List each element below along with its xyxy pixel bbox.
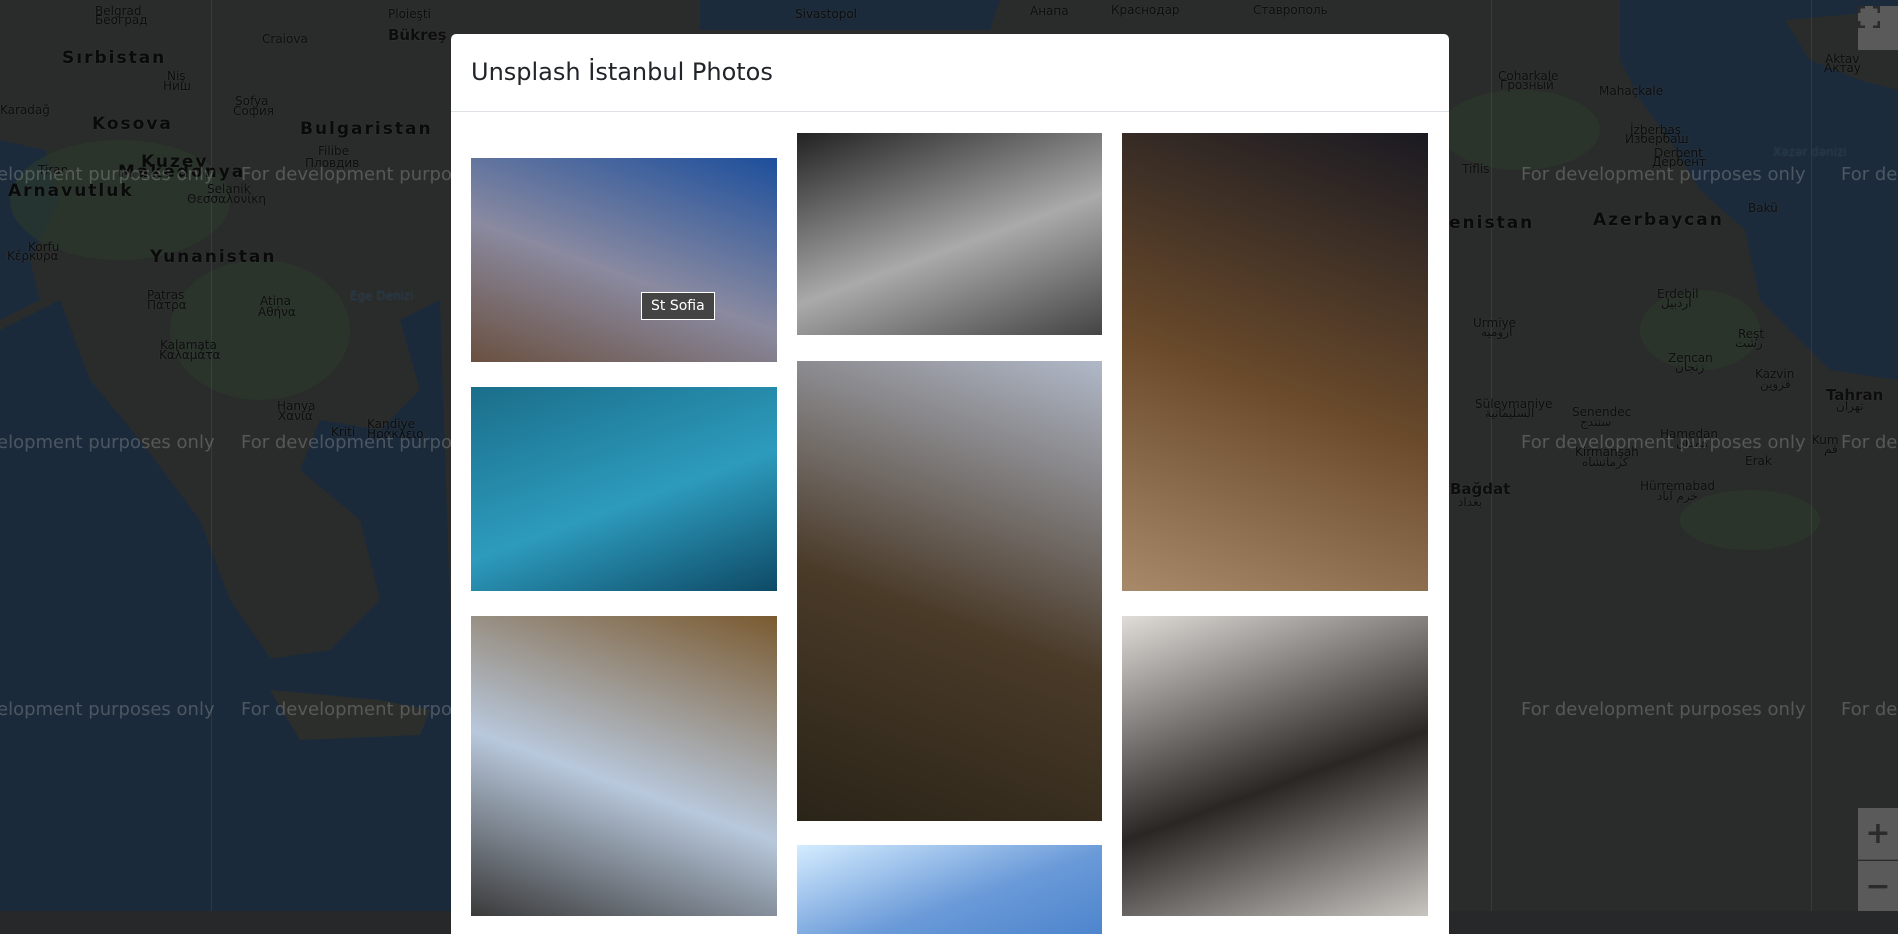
- map-label: ارومیه: [1481, 325, 1513, 339]
- map-label: کرمانشاه: [1582, 455, 1629, 469]
- map-label: Χανιά: [278, 409, 313, 423]
- map-label: سنندج: [1580, 415, 1612, 429]
- map-label: Ege Denizi: [350, 289, 414, 303]
- photo-narrow-street-buildings[interactable]: [471, 616, 777, 916]
- photos-modal: Unsplash İstanbul Photos St Sofia: [451, 34, 1449, 934]
- watermark: For development purposes only: [1521, 699, 1806, 720]
- map-label: Краснодар: [1111, 3, 1180, 17]
- map-label: Tiflis: [1462, 162, 1490, 176]
- map-label: Mahaçkale: [1599, 84, 1664, 98]
- modal-title: Unsplash İstanbul Photos: [471, 57, 773, 86]
- map-label: Erak: [1745, 454, 1772, 468]
- map-label: Yunanistan: [150, 247, 277, 267]
- photo-sky-checkered-flag[interactable]: [797, 845, 1102, 934]
- photo-market-street[interactable]: [797, 361, 1102, 821]
- map-label: Актау: [1824, 61, 1861, 75]
- map-label: قم: [1824, 442, 1838, 456]
- photo-tooltip: St Sofia: [641, 292, 715, 320]
- fullscreen-icon: [1858, 6, 1880, 28]
- map-label: قزوین: [1760, 377, 1791, 391]
- map-label: تهران: [1836, 399, 1864, 413]
- watermark: For development purposes only: [1521, 432, 1806, 453]
- fullscreen-button[interactable]: [1858, 6, 1898, 50]
- zoom-out-button[interactable]: −: [1858, 861, 1898, 911]
- map-label: Sırbistan: [62, 48, 167, 68]
- map-label: Craiova: [262, 32, 308, 46]
- map-label: Избербаш: [1625, 132, 1689, 146]
- map-label: Bakü: [1748, 201, 1778, 215]
- map-label: رشت: [1735, 336, 1763, 350]
- watermark: For development purposes only: [1841, 164, 1898, 185]
- map-label: Καλαμάτα: [159, 348, 221, 362]
- plus-icon: +: [1865, 816, 1891, 851]
- map-label: بغداد: [1458, 495, 1483, 509]
- watermark: For development purposes only: [0, 164, 215, 185]
- photo-boat-on-sea[interactable]: [471, 387, 777, 591]
- map-label: Грозный: [1500, 78, 1554, 92]
- map-label: Πάτρα: [147, 298, 187, 312]
- tile-border: [1811, 0, 1812, 911]
- photo-black-cat[interactable]: [797, 133, 1102, 335]
- photo-galata-tower-night[interactable]: [1122, 133, 1428, 591]
- map-label: زنجان: [1675, 360, 1705, 374]
- map-label: خرم آباد: [1657, 489, 1698, 503]
- minus-icon: −: [1865, 868, 1891, 904]
- map-label: السليمانية: [1485, 406, 1535, 420]
- map-label: Sivastopol: [795, 7, 857, 21]
- map-label: Ставрополь: [1253, 3, 1328, 17]
- map-label: Αθήνα: [258, 305, 296, 319]
- photo-hagia-sophia[interactable]: St Sofia: [471, 158, 777, 362]
- map-label: Ploieşti: [388, 7, 431, 21]
- map-label: Karadağ: [0, 103, 50, 117]
- map-label: Θεσσαλονίκη: [187, 192, 266, 206]
- watermark: For development purposes only: [1841, 432, 1898, 453]
- map-label: enistan: [1449, 213, 1535, 233]
- map-label: Kosova: [92, 114, 173, 134]
- map-label: اردبیل: [1661, 296, 1692, 310]
- photo-window-reflection[interactable]: [1122, 616, 1428, 916]
- watermark: For development purposes only: [1841, 699, 1898, 720]
- map-label: Bulgaristan: [300, 119, 433, 139]
- map-label: Arnavutluk: [8, 181, 134, 201]
- watermark: For development purposes only: [0, 432, 215, 453]
- map-label: Bükreş: [388, 26, 447, 44]
- tile-border: [1491, 0, 1492, 911]
- tile-border: [211, 0, 212, 911]
- map-label: Κέρκυρα: [7, 249, 59, 263]
- map-label: Azerbaycan: [1593, 210, 1724, 230]
- map-label: Ниш: [163, 79, 191, 93]
- modal-header: Unsplash İstanbul Photos: [451, 34, 1449, 112]
- map-label: София: [233, 104, 274, 118]
- map-label: Београд: [95, 13, 148, 27]
- watermark: For development purposes only: [1521, 164, 1806, 185]
- map-label: Xəzər dənizi: [1773, 145, 1847, 159]
- zoom-in-button[interactable]: +: [1858, 808, 1898, 860]
- watermark: For development purposes only: [0, 699, 215, 720]
- map-label: Анапа: [1030, 4, 1069, 18]
